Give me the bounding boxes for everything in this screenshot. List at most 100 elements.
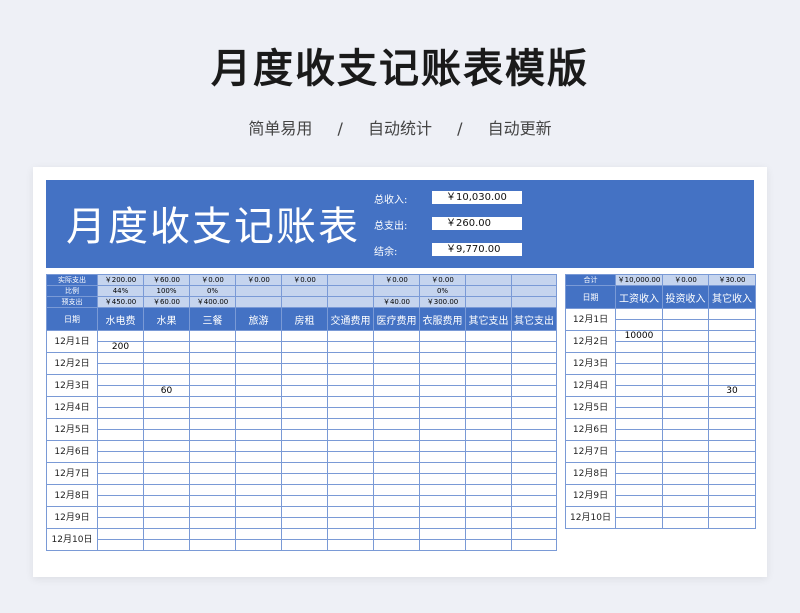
- data-cell[interactable]: [143, 374, 190, 386]
- data-cell[interactable]: [189, 330, 236, 342]
- summary-cell[interactable]: [235, 296, 282, 308]
- data-cell[interactable]: [511, 462, 557, 474]
- data-cell[interactable]: [615, 407, 663, 419]
- data-cell[interactable]: [511, 330, 557, 342]
- data-cell[interactable]: [708, 440, 756, 452]
- summary-cell[interactable]: ￥400.00: [189, 296, 236, 308]
- summary-cell[interactable]: ￥0.00: [235, 274, 282, 286]
- data-cell[interactable]: [419, 473, 466, 485]
- data-cell[interactable]: [189, 385, 236, 397]
- data-cell[interactable]: [327, 418, 374, 430]
- data-cell[interactable]: [143, 473, 190, 485]
- data-cell[interactable]: [235, 374, 282, 386]
- data-cell[interactable]: [189, 528, 236, 540]
- data-cell[interactable]: [235, 473, 282, 485]
- data-cell[interactable]: [373, 407, 420, 419]
- data-cell[interactable]: [708, 396, 756, 408]
- data-cell[interactable]: [465, 462, 512, 474]
- data-cell[interactable]: [281, 517, 328, 529]
- data-cell[interactable]: [281, 352, 328, 364]
- data-cell[interactable]: [708, 319, 756, 331]
- data-cell[interactable]: [281, 341, 328, 353]
- data-cell[interactable]: [465, 363, 512, 375]
- summary-cell[interactable]: [465, 285, 512, 297]
- data-cell[interactable]: [281, 418, 328, 430]
- data-cell[interactable]: [615, 352, 663, 364]
- data-cell[interactable]: [189, 495, 236, 507]
- data-cell[interactable]: [465, 341, 512, 353]
- data-cell[interactable]: [281, 429, 328, 441]
- data-cell[interactable]: [465, 418, 512, 430]
- data-cell[interactable]: [189, 407, 236, 419]
- data-cell[interactable]: [143, 363, 190, 375]
- data-cell[interactable]: [373, 341, 420, 353]
- data-cell[interactable]: [465, 440, 512, 452]
- data-cell[interactable]: [373, 517, 420, 529]
- data-cell[interactable]: [235, 385, 282, 397]
- data-cell[interactable]: [615, 319, 663, 331]
- data-cell[interactable]: [708, 418, 756, 430]
- data-cell[interactable]: [662, 341, 709, 353]
- data-cell[interactable]: [373, 495, 420, 507]
- data-cell[interactable]: [235, 352, 282, 364]
- data-cell[interactable]: [662, 440, 709, 452]
- data-cell[interactable]: [511, 341, 557, 353]
- data-cell[interactable]: [465, 473, 512, 485]
- data-cell[interactable]: [143, 407, 190, 419]
- data-cell[interactable]: [615, 440, 663, 452]
- data-cell[interactable]: [189, 363, 236, 375]
- data-cell[interactable]: [419, 495, 466, 507]
- summary-cell[interactable]: [327, 285, 374, 297]
- data-cell[interactable]: [465, 506, 512, 518]
- data-cell[interactable]: [662, 484, 709, 496]
- data-cell[interactable]: [419, 484, 466, 496]
- data-cell[interactable]: [143, 451, 190, 463]
- data-cell[interactable]: [511, 506, 557, 518]
- data-cell[interactable]: [373, 418, 420, 430]
- data-cell[interactable]: [143, 352, 190, 364]
- data-cell[interactable]: [97, 539, 144, 551]
- data-cell[interactable]: [708, 407, 756, 419]
- data-cell[interactable]: [419, 528, 466, 540]
- data-cell[interactable]: [511, 473, 557, 485]
- data-cell[interactable]: [281, 440, 328, 452]
- data-cell[interactable]: [97, 429, 144, 441]
- data-cell[interactable]: [465, 451, 512, 463]
- data-cell[interactable]: [235, 506, 282, 518]
- summary-cell[interactable]: [281, 285, 328, 297]
- data-cell[interactable]: [97, 528, 144, 540]
- data-cell[interactable]: [143, 330, 190, 342]
- balance-value[interactable]: ￥9,770.00: [432, 243, 522, 256]
- data-cell[interactable]: [511, 407, 557, 419]
- data-cell[interactable]: [97, 407, 144, 419]
- data-cell[interactable]: [189, 484, 236, 496]
- data-cell[interactable]: [615, 484, 663, 496]
- data-cell[interactable]: [419, 418, 466, 430]
- data-cell[interactable]: [235, 363, 282, 375]
- data-cell[interactable]: [419, 440, 466, 452]
- data-cell[interactable]: [419, 396, 466, 408]
- data-cell[interactable]: [235, 407, 282, 419]
- data-cell[interactable]: [235, 462, 282, 474]
- data-cell[interactable]: [373, 539, 420, 551]
- data-cell[interactable]: [662, 330, 709, 342]
- data-cell[interactable]: [235, 396, 282, 408]
- data-cell[interactable]: [662, 363, 709, 375]
- data-cell[interactable]: [511, 385, 557, 397]
- data-cell[interactable]: [327, 352, 374, 364]
- data-cell[interactable]: [235, 418, 282, 430]
- data-cell[interactable]: [511, 374, 557, 386]
- summary-cell[interactable]: [465, 274, 512, 286]
- data-cell[interactable]: [465, 528, 512, 540]
- data-cell[interactable]: [373, 462, 420, 474]
- summary-cell[interactable]: ￥300.00: [419, 296, 466, 308]
- data-cell[interactable]: [511, 484, 557, 496]
- data-cell[interactable]: [281, 451, 328, 463]
- data-cell[interactable]: [189, 473, 236, 485]
- data-cell[interactable]: [327, 528, 374, 540]
- data-cell[interactable]: [708, 352, 756, 364]
- data-cell[interactable]: [327, 363, 374, 375]
- data-cell[interactable]: [615, 495, 663, 507]
- data-cell[interactable]: [97, 374, 144, 386]
- data-cell[interactable]: [281, 528, 328, 540]
